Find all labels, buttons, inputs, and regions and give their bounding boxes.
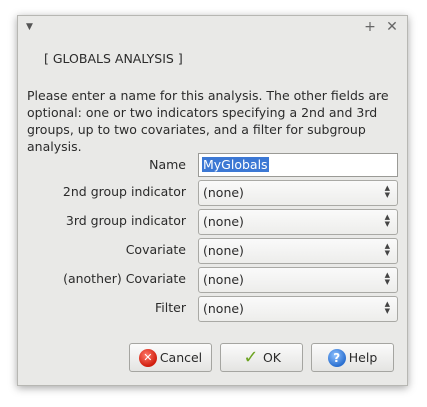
name-input-value: MyGlobals xyxy=(202,157,269,172)
covariate1-select-value: (none) xyxy=(203,243,244,258)
covariate1-label: Covariate xyxy=(125,242,186,257)
group2-select-value: (none) xyxy=(203,185,244,200)
updown-arrows-icon: ▲ ▼ xyxy=(384,271,390,286)
updown-arrows-icon: ▲ ▼ xyxy=(384,213,390,228)
window-menu-icon[interactable]: ▼ xyxy=(26,21,33,33)
name-label: Name xyxy=(149,157,186,172)
help-icon: ? xyxy=(327,348,346,367)
help-button[interactable]: ? Help xyxy=(311,343,394,372)
dialog-description: Please enter a name for this analysis. T… xyxy=(27,88,389,154)
ok-button-label: OK xyxy=(262,350,282,365)
cancel-button[interactable]: ✕ Cancel xyxy=(129,343,212,372)
group2-label: 2nd group indicator xyxy=(62,184,186,199)
filter-label: Filter xyxy=(155,300,186,315)
dialog-heading: [ GLOBALS ANALYSIS ] xyxy=(44,51,183,66)
group2-select[interactable]: (none) ▲ ▼ xyxy=(198,180,398,206)
group3-select[interactable]: (none) ▲ ▼ xyxy=(198,209,398,235)
cancel-button-label: Cancel xyxy=(159,350,203,365)
covariate2-label: (another) Covariate xyxy=(63,271,186,286)
dialog-window: ▼ + ✕ [ GLOBALS ANALYSIS ] Please enter … xyxy=(17,15,408,386)
ok-button[interactable]: ✓ OK xyxy=(220,343,303,372)
filter-select[interactable]: (none) ▲ ▼ xyxy=(198,296,398,322)
maximize-button[interactable]: + xyxy=(362,19,378,35)
updown-arrows-icon: ▲ ▼ xyxy=(384,242,390,257)
group3-label: 3rd group indicator xyxy=(65,213,186,228)
checkmark-icon: ✓ xyxy=(243,346,259,368)
name-input[interactable]: MyGlobals xyxy=(198,153,398,177)
close-button[interactable]: ✕ xyxy=(384,19,400,35)
filter-select-value: (none) xyxy=(203,301,244,316)
updown-arrows-icon: ▲ ▼ xyxy=(384,184,390,199)
updown-arrows-icon: ▲ ▼ xyxy=(384,300,390,315)
group3-select-value: (none) xyxy=(203,214,244,229)
covariate1-select[interactable]: (none) ▲ ▼ xyxy=(198,238,398,264)
covariate2-select-value: (none) xyxy=(203,272,244,287)
help-button-label: Help xyxy=(348,350,378,365)
title-bar: ▼ + ✕ xyxy=(18,16,407,40)
cancel-icon: ✕ xyxy=(138,348,157,367)
covariate2-select[interactable]: (none) ▲ ▼ xyxy=(198,267,398,293)
